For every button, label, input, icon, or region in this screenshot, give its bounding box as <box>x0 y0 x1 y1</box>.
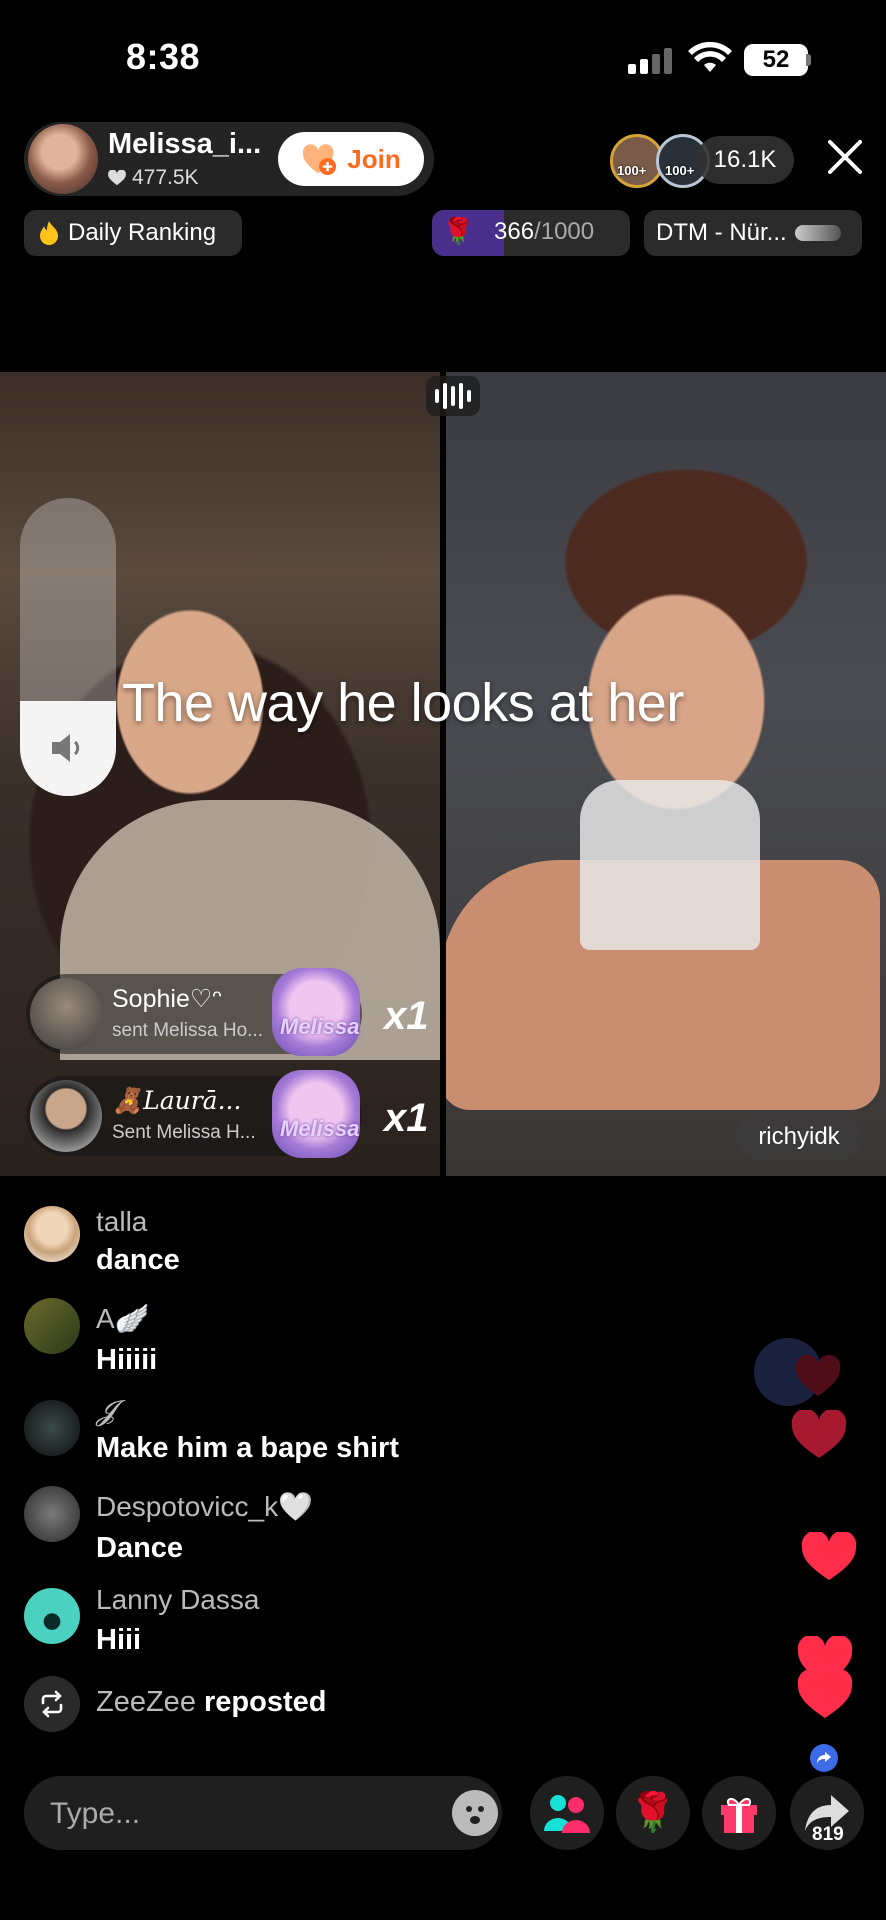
repost-icon <box>24 1676 80 1732</box>
gift-message: Sent Melissa H... <box>112 1122 256 1143</box>
gift-message: sent Melissa Ho... <box>112 1020 263 1041</box>
comment-input[interactable] <box>48 1776 432 1852</box>
promo-label: DTM - Nür... <box>656 219 787 246</box>
comment-item: A🪽 Hiiiii <box>24 1298 764 1378</box>
comment-item: Lanny Dassa Hiii <box>24 1584 764 1664</box>
race-car-icon <box>794 225 841 241</box>
video-caption: The way he looks at her <box>122 673 684 733</box>
join-button[interactable]: Join <box>278 132 424 186</box>
floating-heart-icon <box>791 1410 847 1458</box>
comment-text: Hiiiii <box>96 1344 158 1376</box>
commenter-avatar[interactable] <box>24 1206 80 1262</box>
floating-heart-icon <box>801 1532 857 1580</box>
host-likes-count: 477.5K <box>132 166 199 189</box>
viewer-badge-2: 100+ <box>665 163 695 178</box>
gift-sender-avatar[interactable] <box>30 978 102 1050</box>
floating-heart-icon <box>797 1670 853 1718</box>
commenter-name[interactable]: Lanny Dassa <box>96 1584 259 1616</box>
rose-gift-button[interactable]: 🌹 <box>616 1776 690 1850</box>
gift-goal-pill[interactable]: 🌹 366/1000 <box>432 210 630 256</box>
share-count: 819 <box>812 1824 844 1845</box>
commenter-name[interactable]: 𝓙 <box>96 1394 115 1428</box>
gift-image: Melissa <box>272 968 360 1056</box>
daily-ranking-label: Daily Ranking <box>68 219 217 246</box>
floating-heart-icon <box>754 1338 841 1406</box>
cellular-signal-icon <box>628 48 672 74</box>
gift-image-label: Melissa <box>280 1014 360 1039</box>
fan-heart-plus-icon <box>303 144 337 176</box>
gift-button[interactable] <box>702 1776 776 1850</box>
comment-text: Make him a bape shirt <box>96 1432 399 1464</box>
host-likes: 477.5K <box>108 166 199 190</box>
wifi-icon <box>688 42 732 72</box>
emoji-icon[interactable] <box>452 1790 498 1836</box>
daily-ranking-pill[interactable]: Daily Ranking <box>24 210 242 256</box>
gift-image: Melissa <box>272 1070 360 1158</box>
commenter-avatar[interactable] <box>24 1486 80 1542</box>
video-divider <box>440 372 446 1176</box>
gift-notification: 🧸Laurā... Sent Melissa H... Melissa x1 <box>26 1070 429 1158</box>
speaker-icon <box>52 734 80 762</box>
gift-multiplier: x1 <box>384 994 429 1038</box>
comment-item: 𝓙 Make him a bape shirt <box>24 1394 764 1474</box>
commenter-avatar[interactable] <box>24 1588 80 1644</box>
repost-user[interactable]: ZeeZee <box>96 1686 196 1718</box>
people-icon <box>544 1795 590 1833</box>
gift-box-icon <box>721 1798 757 1833</box>
commenter-name[interactable]: Despotovicc_k🤍 <box>96 1490 313 1523</box>
battery-indicator: 52 <box>744 44 808 76</box>
gift-sender-name: Sophie♡ᵔ <box>112 985 222 1013</box>
multi-guest-button[interactable] <box>530 1776 604 1850</box>
status-time: 8:38 <box>126 36 201 77</box>
audio-level-icon[interactable] <box>426 376 480 416</box>
join-label: Join <box>347 143 401 174</box>
viewer-count[interactable]: 16.1K <box>696 136 794 184</box>
commenter-name[interactable]: A🪽 <box>96 1302 150 1335</box>
comment-input-field[interactable] <box>24 1776 502 1852</box>
guest-name-tag[interactable]: richyidk <box>736 1114 862 1160</box>
goal-total: /1000 <box>534 218 595 245</box>
goal-current: 366 <box>494 218 535 245</box>
repost-notice: ZeeZee reposted <box>96 1686 327 1719</box>
comment-item: talla dance <box>24 1206 764 1286</box>
commenter-avatar[interactable] <box>24 1400 80 1456</box>
comment-item: Despotovicc_k🤍 Dance <box>24 1486 764 1566</box>
gift-notification: Sophie♡ᵔ sent Melissa Ho... Melissa x1 <box>26 968 429 1056</box>
commenter-avatar[interactable] <box>24 1298 80 1354</box>
promo-pill[interactable]: DTM - Nür... <box>644 210 862 256</box>
goal-progress-text: 366/1000 <box>494 218 594 246</box>
share-indicator-icon <box>810 1744 838 1772</box>
heart-icon <box>108 170 126 186</box>
host-name[interactable]: Melissa_i... <box>108 128 261 161</box>
gift-sender-name: 🧸Laurā... <box>112 1086 242 1115</box>
comment-text: dance <box>96 1244 180 1276</box>
rose-icon: 🌹 <box>629 1792 677 1834</box>
flame-icon <box>40 221 58 245</box>
gift-multiplier: x1 <box>384 1096 429 1140</box>
host-avatar[interactable] <box>28 124 98 194</box>
rose-icon: 🌹 <box>442 216 475 246</box>
repost-action: reposted <box>204 1686 327 1718</box>
viewer-badge-1: 100+ <box>617 163 647 178</box>
close-icon[interactable] <box>824 136 866 178</box>
guest-video-shirt <box>580 780 760 950</box>
gift-sender-avatar[interactable] <box>30 1080 102 1152</box>
battery-nub <box>806 54 811 66</box>
gift-image-label: Melissa <box>280 1116 360 1141</box>
commenter-name[interactable]: talla <box>96 1206 147 1238</box>
comment-text: Dance <box>96 1532 184 1564</box>
comment-text: Hiii <box>96 1624 142 1656</box>
